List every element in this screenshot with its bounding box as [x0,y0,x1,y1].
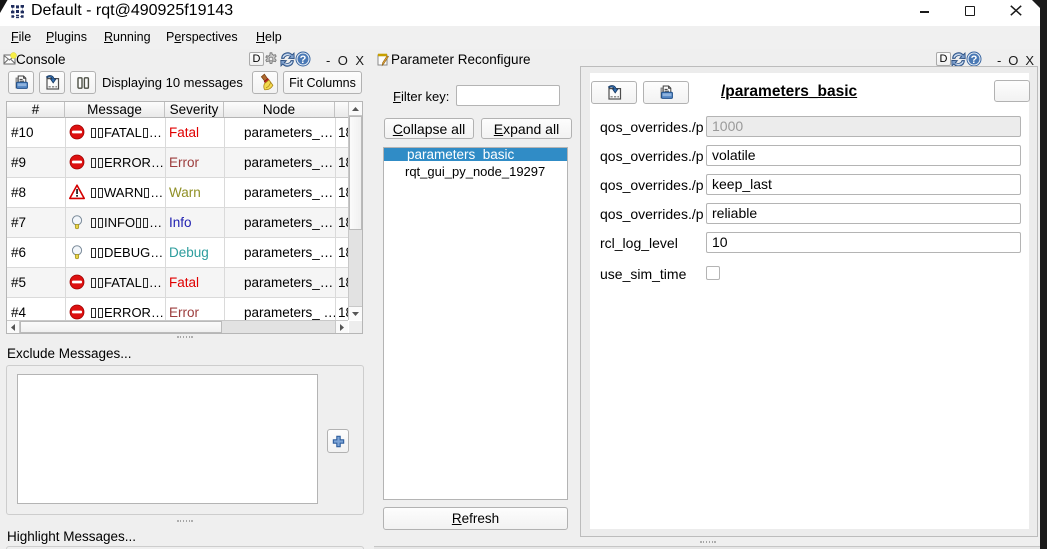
svg-text:?: ? [971,54,978,66]
svg-text:?: ? [300,54,307,66]
